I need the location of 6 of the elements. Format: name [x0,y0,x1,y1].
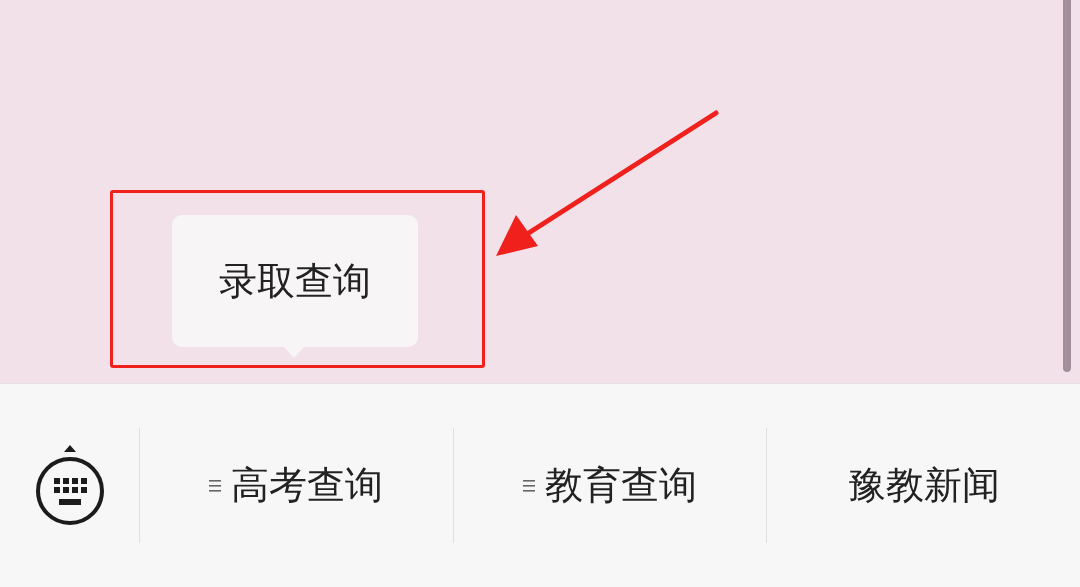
menu-tab[interactable]: 豫教新闻 [839,450,1008,521]
scrollbar[interactable] [1063,0,1071,372]
submenu-item[interactable]: 录取查询 [219,255,371,307]
menu-tab[interactable]: 高考查询 [201,450,392,521]
menu-tab[interactable]: 教育查询 [515,450,705,521]
keyboard-icon[interactable] [33,443,106,528]
